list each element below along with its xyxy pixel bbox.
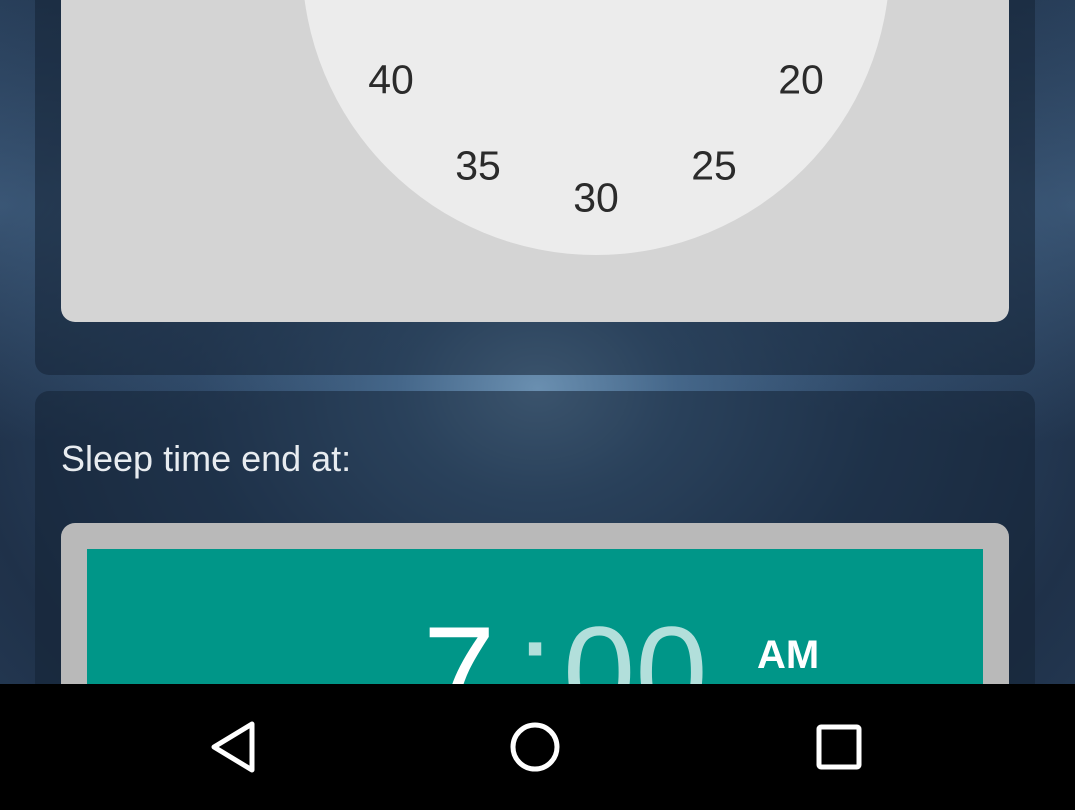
home-button[interactable] [500,712,570,782]
recent-apps-square-icon [816,724,862,770]
dial-number-35[interactable]: 35 [455,143,501,190]
dial-number-20[interactable]: 20 [778,57,824,104]
back-button[interactable] [198,712,268,782]
home-circle-icon [510,722,560,772]
end-time-ampm[interactable]: AM [757,633,819,678]
back-triangle-icon [211,721,255,773]
system-navigation-bar [0,684,1075,810]
dial-number-40[interactable]: 40 [368,57,414,104]
time-picker-panel: 45 15 40 20 35 25 30 [61,0,1009,322]
dial-number-30[interactable]: 30 [573,175,619,222]
sleep-end-label: Sleep time end at: [61,438,352,479]
recent-apps-button[interactable] [804,712,874,782]
minute-dial[interactable]: 45 15 40 20 35 25 30 [302,0,890,255]
dial-number-25[interactable]: 25 [691,143,737,190]
